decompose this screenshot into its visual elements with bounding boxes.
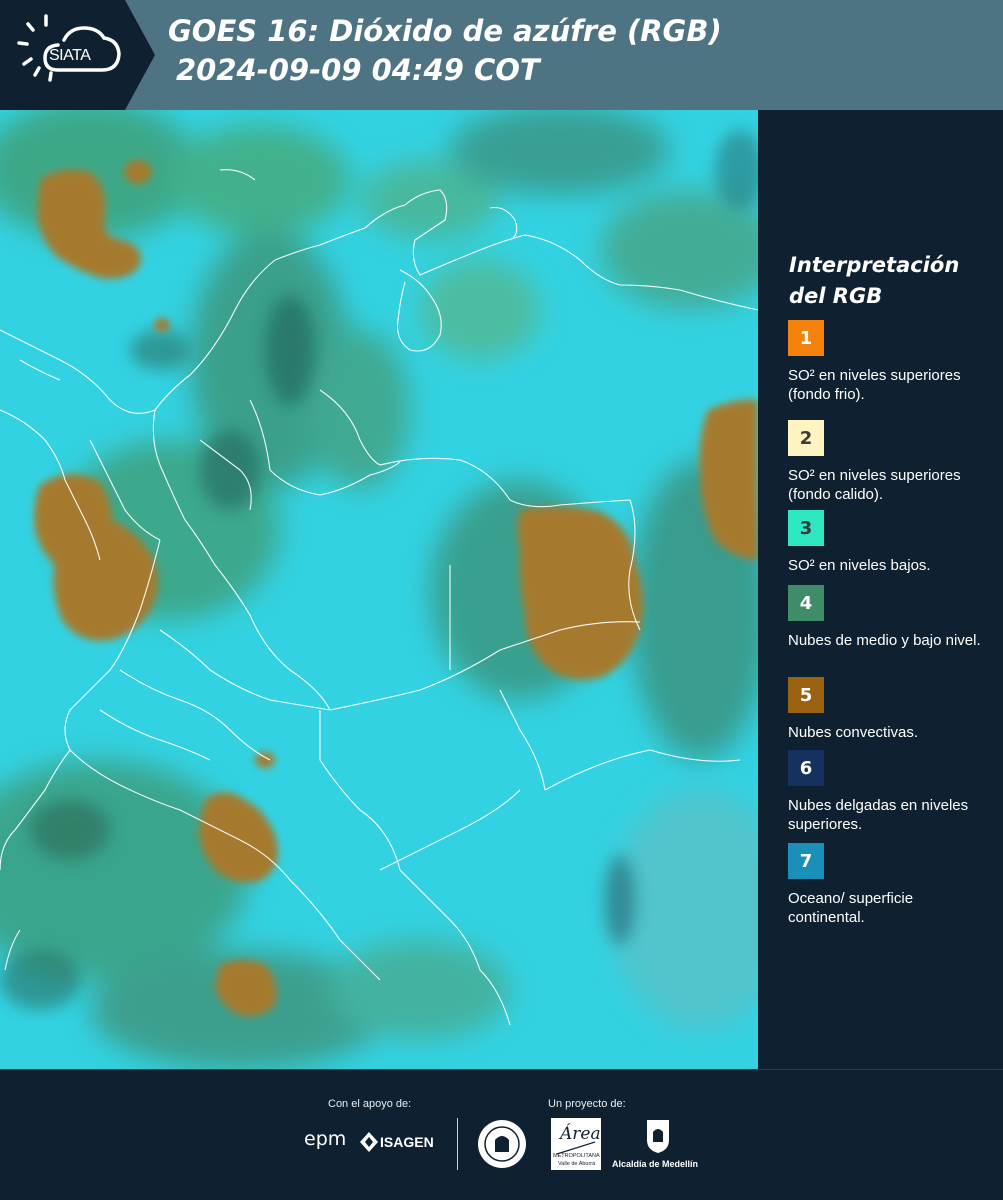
legend-item: 6 Nubes delgadas en niveles superiores. (788, 750, 993, 834)
footer: Con el apoyo de: Un proyecto de: epm ISA… (0, 1069, 1003, 1200)
satellite-map (0, 110, 758, 1069)
legend-item: 5 Nubes convectivas. (788, 677, 993, 742)
legend-swatch: 3 (788, 510, 824, 546)
area-logo-name: Área (560, 1124, 601, 1144)
legend-title-line1: Interpretación (789, 253, 960, 277)
legend-item-label: Nubes de medio y bajo nivel. (788, 632, 981, 649)
page-timestamp: 2024-09-09 04:49 COT (176, 53, 540, 87)
isagen-logo: ISAGEN (380, 1134, 434, 1150)
alcaldia-shield-icon (647, 1120, 669, 1153)
page-title: GOES 16: Dióxido de azúfre (RGB) (168, 14, 722, 48)
legend-item-label: SO² en niveles superiores (fondo frio). (788, 367, 961, 403)
siata-logo-text: SIATA (49, 47, 91, 64)
legend-item: 4 Nubes de medio y bajo nivel. (788, 585, 993, 650)
footer-divider (457, 1118, 458, 1170)
area-logo-line1: METROPOLITANA (553, 1153, 600, 1159)
legend-item-label: SO² en niveles superiores (fondo calido)… (788, 467, 961, 503)
legend-swatch: 2 (788, 420, 824, 456)
epm-logo: epm (304, 1128, 347, 1150)
area-logo-line2: Valle de Aburrá (558, 1161, 596, 1167)
legend-item: 1 SO² en niveles superiores (fondo frio). (788, 320, 993, 404)
legend-item: 7 Oceano/ superficie continental. (788, 843, 993, 927)
legend-item-label: SO² en niveles bajos. (788, 557, 931, 574)
legend-swatch: 7 (788, 843, 824, 879)
legend-swatch: 1 (788, 320, 824, 356)
legend-swatch: 5 (788, 677, 824, 713)
legend-item-label: Oceano/ superficie continental. (788, 890, 914, 926)
legend-item-label: Nubes delgadas en niveles superiores. (788, 797, 969, 833)
legend-item-label: Nubes convectivas. (788, 724, 919, 741)
legend-item: 3 SO² en niveles bajos. (788, 510, 993, 575)
legend-item: 2 SO² en niveles superiores (fondo calido… (788, 420, 993, 504)
legend-title-line2: del RGB (789, 284, 883, 308)
legend-panel: Interpretación del RGB 1 SO² en niveles s… (758, 110, 1003, 1069)
isagen-logo-icon (360, 1132, 378, 1152)
header: SIATA GOES 16: Dióxido de azúfre (RGB) 2… (0, 0, 1003, 110)
support-label: Con el apoyo de: (328, 1098, 412, 1110)
medellin-seal-icon (478, 1120, 526, 1168)
legend-title: Interpretación del RGB (789, 250, 989, 312)
project-label: Un proyecto de: (548, 1098, 626, 1110)
legend-swatch: 4 (788, 585, 824, 621)
alcaldia-logo-text: Alcaldía de Medellín (612, 1159, 699, 1169)
legend-swatch: 6 (788, 750, 824, 786)
